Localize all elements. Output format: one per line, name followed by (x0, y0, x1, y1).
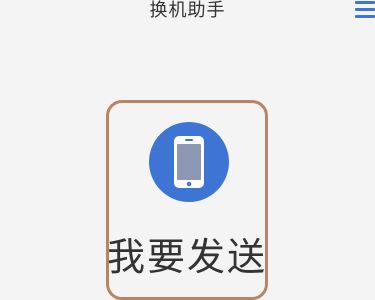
phone-icon (149, 122, 229, 202)
app-title: 换机助手 (149, 0, 226, 21)
menu-button[interactable] (353, 0, 375, 22)
header-bar: 换机助手 (0, 0, 375, 30)
send-label: 我要发送 (106, 235, 267, 279)
